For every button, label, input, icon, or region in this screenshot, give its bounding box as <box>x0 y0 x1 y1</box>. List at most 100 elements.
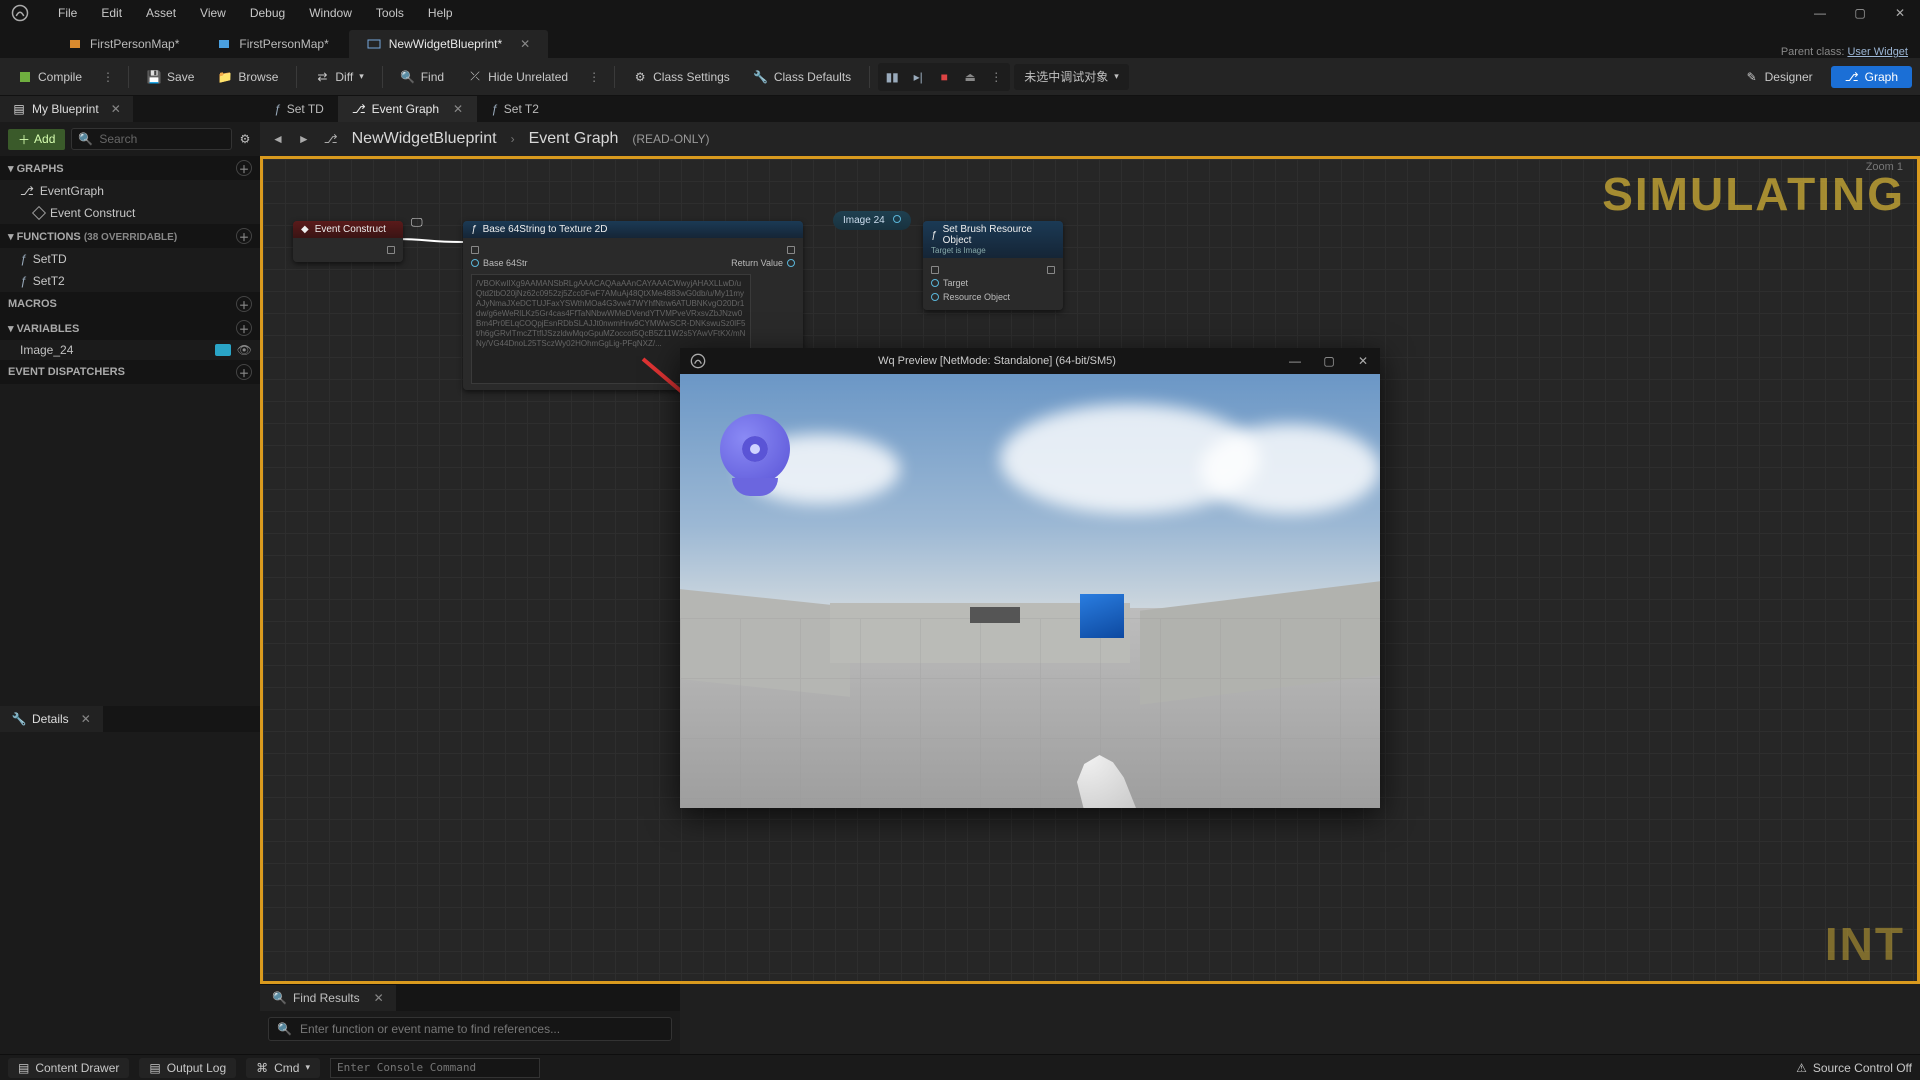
tab-close-icon[interactable]: ✕ <box>520 37 530 51</box>
pie-viewport[interactable] <box>680 374 1380 808</box>
hide-unrelated-options[interactable]: ⋮ <box>582 70 606 84</box>
nav-forward-icon[interactable]: ► <box>298 132 310 146</box>
class-settings-button[interactable]: ⚙ Class Settings <box>623 63 740 91</box>
window-close-icon[interactable]: ✕ <box>1346 348 1380 374</box>
section-macros[interactable]: MACROS ＋ <box>0 292 260 316</box>
exec-pin-out[interactable] <box>787 246 795 254</box>
section-event-dispatchers[interactable]: EVENT DISPATCHERS ＋ <box>0 360 260 384</box>
compile-options-dropdown[interactable]: ⋮ <box>96 70 120 84</box>
save-button[interactable]: 💾 Save <box>137 63 204 91</box>
pie-preview-window[interactable]: Wq Preview [NetMode: Standalone] (64-bit… <box>680 348 1380 808</box>
menu-debug[interactable]: Debug <box>238 0 297 26</box>
add-dispatcher-icon[interactable]: ＋ <box>236 364 252 380</box>
doc-tab-firstperson-1[interactable]: FirstPersonMap* <box>50 30 197 58</box>
window-minimize-icon[interactable]: — <box>1278 348 1312 374</box>
menu-window[interactable]: Window <box>297 0 364 26</box>
my-blueprint-tab[interactable]: ▤ My Blueprint ✕ <box>0 96 133 122</box>
window-controls: — ▢ ✕ <box>1800 0 1920 26</box>
node-variable-image24[interactable]: Image 24 <box>833 211 911 230</box>
search-icon: 🔍 <box>277 1022 292 1036</box>
add-button[interactable]: ＋ Add <box>8 129 65 150</box>
add-graph-icon[interactable]: ＋ <box>236 160 252 176</box>
parent-class-label: Parent class: User Widget <box>1781 46 1908 58</box>
source-control-button[interactable]: ⚠ Source Control Off <box>1796 1061 1912 1075</box>
menu-asset[interactable]: Asset <box>134 0 188 26</box>
diff-button[interactable]: ⇄ Diff ▾ <box>305 63 373 91</box>
add-variable-icon[interactable]: ＋ <box>236 320 252 336</box>
exec-pin-in[interactable] <box>931 266 939 274</box>
gear-icon[interactable]: ⚙ <box>238 132 252 146</box>
variable-row-image24[interactable]: Image_24 👁 <box>0 340 260 360</box>
menu-tools[interactable]: Tools <box>364 0 416 26</box>
console-command-input[interactable] <box>330 1058 540 1078</box>
add-macro-icon[interactable]: ＋ <box>236 296 252 312</box>
close-icon[interactable]: ✕ <box>374 991 384 1005</box>
menu-file[interactable]: File <box>46 0 89 26</box>
parent-class-link[interactable]: User Widget <box>1847 46 1908 58</box>
content-drawer-button[interactable]: ▤ Content Drawer <box>8 1058 129 1078</box>
tree-item-eventgraph[interactable]: ⎇ EventGraph <box>0 180 260 202</box>
chevron-down-icon: ▾ <box>359 71 364 82</box>
exec-pin-out[interactable] <box>387 246 395 254</box>
cmd-button[interactable]: ⌘ Cmd ▾ <box>246 1058 320 1078</box>
window-restore-icon[interactable]: ▢ <box>1312 348 1346 374</box>
play-options-icon[interactable]: ⋮ <box>984 65 1008 89</box>
compile-button[interactable]: Compile <box>8 63 92 91</box>
doc-tab-label: FirstPersonMap* <box>239 37 328 51</box>
menu-help[interactable]: Help <box>416 0 465 26</box>
terminal-icon: ⌘ <box>256 1061 268 1075</box>
stop-icon[interactable]: ■ <box>932 65 956 89</box>
data-pin-in[interactable] <box>931 279 939 287</box>
subtab-sett2[interactable]: ƒSet T2 <box>477 96 553 122</box>
window-minimize-icon[interactable]: — <box>1800 0 1840 26</box>
add-function-icon[interactable]: ＋ <box>236 228 252 244</box>
section-graphs[interactable]: ▾ GRAPHS ＋ <box>0 156 260 180</box>
details-tab[interactable]: 🔧 Details ✕ <box>0 706 103 732</box>
exec-pin-out[interactable] <box>1047 266 1055 274</box>
nav-back-icon[interactable]: ◄ <box>272 132 284 146</box>
close-icon[interactable]: ✕ <box>111 102 121 116</box>
level-icon <box>217 37 231 51</box>
find-input[interactable]: 🔍 Enter function or event name to find r… <box>268 1017 672 1041</box>
section-functions[interactable]: ▾ FUNCTIONS (38 OVERRIDABLE) ＋ <box>0 224 260 248</box>
data-pin-out[interactable] <box>787 259 795 267</box>
tree-item-event-construct[interactable]: Event Construct <box>0 202 260 224</box>
find-button[interactable]: 🔍 Find <box>391 63 454 91</box>
output-log-button[interactable]: ▤ Output Log <box>139 1058 236 1078</box>
tree-item-fn-settd[interactable]: ƒ SetTD <box>0 248 260 270</box>
search-input[interactable]: 🔍 Search <box>71 128 232 150</box>
find-results-tab[interactable]: 🔍 Find Results ✕ <box>260 985 396 1011</box>
class-defaults-button[interactable]: 🔧 Class Defaults <box>744 63 861 91</box>
doc-tab-widget-bp[interactable]: NewWidgetBlueprint* ✕ <box>349 30 548 58</box>
debug-object-selector[interactable]: 未选中调试对象 ▾ <box>1014 64 1129 90</box>
step-icon[interactable]: ▸| <box>906 65 930 89</box>
node-set-brush[interactable]: ƒSet Brush Resource Object Target is Ima… <box>923 221 1063 310</box>
browse-button[interactable]: 📁 Browse <box>208 63 288 91</box>
exec-pin-in[interactable] <box>471 246 479 254</box>
window-restore-icon[interactable]: ▢ <box>1840 0 1880 26</box>
window-close-icon[interactable]: ✕ <box>1880 0 1920 26</box>
eye-icon[interactable]: 👁 <box>237 343 252 357</box>
graph-icon: ⎇ <box>352 102 366 116</box>
section-variables[interactable]: ▾ VARIABLES ＋ <box>0 316 260 340</box>
eject-icon[interactable]: ⏏ <box>958 65 982 89</box>
graph-mode-button[interactable]: ⎇ Graph <box>1831 66 1912 88</box>
designer-mode-button[interactable]: ✎ Designer <box>1735 66 1823 88</box>
subtab-settd[interactable]: ƒSet TD <box>260 96 338 122</box>
subtab-eventgraph[interactable]: ⎇ Event Graph ✕ <box>338 96 477 122</box>
pie-title-bar[interactable]: Wq Preview [NetMode: Standalone] (64-bit… <box>680 348 1380 374</box>
tree-item-fn-sett2[interactable]: ƒ SetT2 <box>0 270 260 292</box>
pie-title-text: Wq Preview [NetMode: Standalone] (64-bit… <box>716 355 1278 367</box>
data-pin-out[interactable] <box>893 215 901 223</box>
hide-unrelated-button[interactable]: ⤫ Hide Unrelated <box>458 63 578 91</box>
data-pin-in[interactable] <box>471 259 479 267</box>
close-icon[interactable]: ✕ <box>81 712 91 726</box>
menu-edit[interactable]: Edit <box>89 0 134 26</box>
close-icon[interactable]: ✕ <box>453 102 463 116</box>
doc-tab-firstperson-2[interactable]: FirstPersonMap* <box>199 30 346 58</box>
pause-icon[interactable]: ▮▮ <box>880 65 904 89</box>
data-pin-in[interactable] <box>931 293 939 301</box>
menu-view[interactable]: View <box>188 0 238 26</box>
toolbar: Compile ⋮ 💾 Save 📁 Browse ⇄ Diff ▾ 🔍 Fin… <box>0 58 1920 96</box>
node-event-construct[interactable]: ◆Event Construct <box>293 221 403 262</box>
